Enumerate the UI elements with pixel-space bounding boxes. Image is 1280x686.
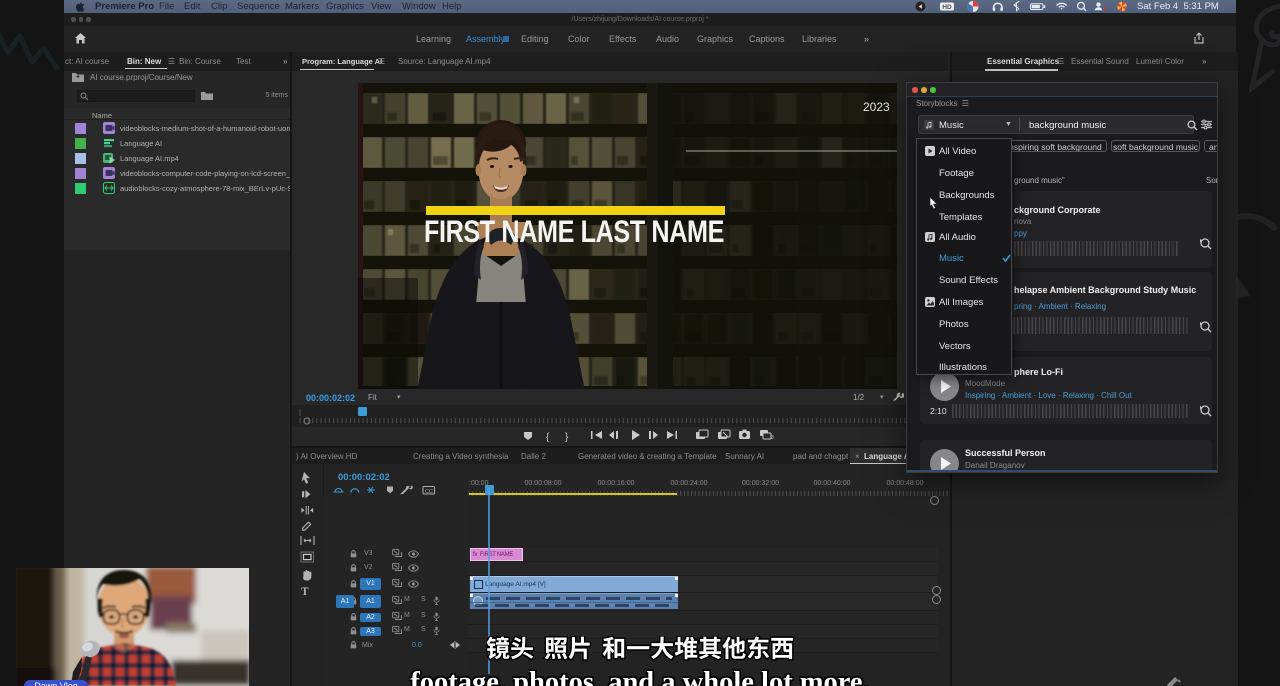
svg-text:00:00:16:00: 00:00:16:00 xyxy=(598,480,635,487)
svg-text:00:00:08:00: 00:00:08:00 xyxy=(525,480,562,487)
svg-text:00:00:40:00: 00:00:40:00 xyxy=(814,480,851,487)
svg-text:00:00:32:00: 00:00:32:00 xyxy=(742,480,779,487)
svg-text:CC: CC xyxy=(425,489,433,495)
svg-text:T: T xyxy=(301,586,309,598)
svg-text:00:00:24:00: 00:00:24:00 xyxy=(671,480,708,487)
svg-text:3: 3 xyxy=(771,435,774,441)
svg-text:00:00:48:00: 00:00:48:00 xyxy=(887,480,924,487)
svg-text:}: } xyxy=(565,432,569,443)
svg-text:HD: HD xyxy=(942,4,952,11)
svg-text:2023: 2023 xyxy=(863,100,890,114)
svg-text:{: { xyxy=(546,432,550,443)
